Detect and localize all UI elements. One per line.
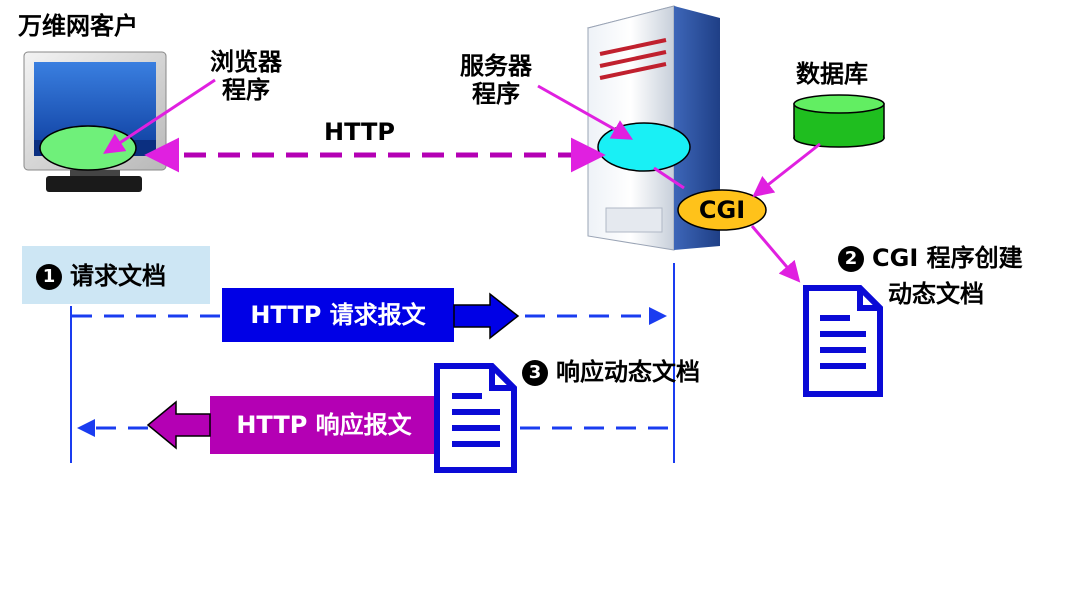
browser-label-line-2: 程序 — [222, 76, 270, 104]
browser-label-line-1: 浏览器 — [210, 48, 282, 76]
server-process-ellipse — [597, 122, 691, 172]
database-icon — [793, 94, 885, 148]
database-label: 数据库 — [796, 60, 868, 88]
client-monitor-icon — [23, 51, 167, 192]
step3-label: 3 响应动态文档 — [522, 358, 700, 386]
step2-badge: 2 — [838, 246, 864, 272]
step3-badge: 3 — [522, 360, 548, 386]
request-direction-arrow — [453, 292, 520, 340]
step1-badge: 1 — [36, 264, 62, 290]
browser-program-label: 浏览器 程序 — [196, 48, 296, 104]
step2-label: 2 CGI 程序创建 — [838, 244, 1023, 272]
request-message-label: HTTP 请求报文 — [250, 301, 426, 329]
step1-label: 1 请求文档 — [36, 262, 166, 290]
step3-text: 响应动态文档 — [556, 358, 700, 386]
dynamic-document-icon — [803, 285, 883, 397]
server-program-label: 服务器 程序 — [446, 52, 546, 108]
step2-text-line-1: CGI 程序创建 — [872, 244, 1023, 272]
response-message-label: HTTP 响应报文 — [236, 411, 412, 439]
response-direction-arrow — [146, 400, 211, 450]
http-label: HTTP — [324, 118, 395, 146]
client-title: 万维网客户 — [18, 12, 138, 40]
response-document-icon — [434, 363, 517, 473]
step1-text: 请求文档 — [70, 262, 166, 290]
browser-process-ellipse — [39, 125, 137, 171]
server-label-line-1: 服务器 — [460, 52, 532, 80]
step2-text-line-2: 动态文档 — [888, 280, 984, 308]
cgi-label: CGI — [698, 196, 746, 224]
server-label-line-2: 程序 — [472, 80, 520, 108]
